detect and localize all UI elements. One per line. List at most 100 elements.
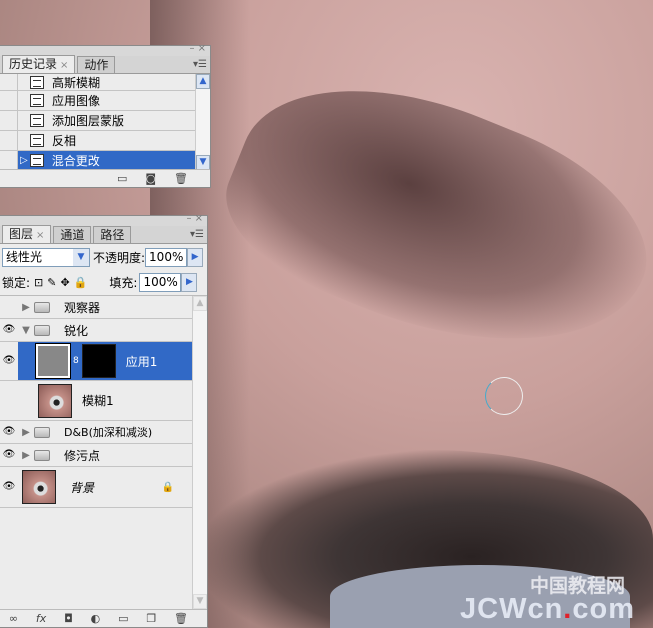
collapse-icon[interactable]: ▼ — [18, 325, 34, 336]
history-item-selected[interactable]: ▷ 混合更改 — [0, 151, 196, 170]
layers-tabs: 图层 × 通道 路径 ▾☰ — [0, 225, 207, 244]
link-icon[interactable]: 8 — [73, 356, 79, 366]
layer-thumbnail — [22, 470, 56, 504]
expand-icon[interactable]: ▶ — [18, 302, 34, 313]
folder-icon — [34, 426, 50, 438]
mask-icon[interactable]: ◘ — [64, 612, 73, 626]
blend-mode-select[interactable]: 线性光 ▼ — [2, 247, 90, 267]
lock-transparency-icon[interactable]: ⊡ — [34, 276, 43, 289]
snapshot-checkbox[interactable] — [0, 91, 18, 110]
history-state-icon — [30, 75, 44, 89]
eye-icon[interactable]: 👁 — [0, 481, 18, 493]
lock-brush-icon[interactable]: ✎ — [47, 276, 56, 289]
scroll-up-button[interactable]: ▲ — [193, 296, 207, 311]
history-state-icon — [30, 134, 44, 147]
eye-icon[interactable]: 👁 — [0, 324, 18, 336]
close-icon[interactable]: × — [36, 230, 44, 241]
history-tabs: 历史记录 × 动作 ▾☰ — [0, 55, 210, 74]
tab-label: 图层 — [9, 227, 34, 241]
minimize-close-icon[interactable]: – × — [186, 213, 203, 225]
tab-label: 历史记录 — [9, 57, 58, 71]
folder-icon — [34, 449, 50, 461]
history-item[interactable]: 反相 — [0, 131, 196, 151]
snapshot-checkbox[interactable] — [0, 151, 18, 169]
layer-name: 修污点 — [64, 448, 101, 463]
snapshot-checkbox[interactable] — [0, 111, 18, 130]
history-label: 添加图层蒙版 — [52, 114, 125, 128]
tab-actions[interactable]: 动作 — [77, 56, 116, 73]
watermark-en-b: com — [572, 593, 635, 625]
history-brush-marker-icon: ▷ — [20, 154, 28, 166]
layer-name: D&B(加深和减淡) — [64, 426, 153, 439]
expand-icon[interactable]: ▶ — [18, 427, 34, 438]
tab-paths[interactable]: 路径 — [93, 226, 132, 243]
new-layer-icon[interactable]: ❐ — [146, 612, 156, 626]
folder-icon[interactable]: ▭ — [118, 612, 128, 626]
history-label: 混合更改 — [51, 153, 100, 168]
history-item[interactable]: 高斯模糊 — [0, 74, 196, 91]
layer-name: 观察器 — [64, 300, 101, 315]
chevron-down-icon: ▼ — [73, 248, 89, 266]
adjustment-icon[interactable]: ◐ — [91, 612, 101, 626]
scroll-up-button[interactable]: ▲ — [196, 74, 210, 89]
layers-panel: – × 图层 × 通道 路径 ▾☰ 线性光 ▼ 不透明度: 100% ▶ 锁定: ⊡… — [0, 213, 208, 628]
history-item[interactable]: 应用图像 — [0, 91, 196, 111]
panel-menu-icon[interactable]: ▾☰ — [193, 59, 207, 71]
watermark-dot: . — [563, 593, 573, 625]
fill-slider-button[interactable]: ▶ — [181, 273, 198, 292]
folder-icon — [34, 301, 50, 313]
scroll-down-button[interactable]: ▼ — [193, 594, 207, 609]
layer-group-dodge-burn[interactable]: 👁 ▶ D&B(加深和减淡) — [0, 421, 192, 444]
history-state-icon — [30, 114, 44, 127]
tab-history[interactable]: 历史记录 × — [2, 55, 76, 73]
lock-move-icon[interactable]: ✥ — [60, 276, 69, 289]
layer-list: ▶ 观察器 👁 ▼ 锐化 👁 8 应用1 模糊1 👁 ▶ D&B(加深和减淡) 👁 ▶ 修污点 👁… — [0, 296, 192, 508]
layer-background[interactable]: 👁 背景 🔒 — [0, 467, 192, 508]
history-footer: ▭ ◙ 🗑 — [0, 169, 210, 187]
tab-channels[interactable]: 通道 — [53, 226, 92, 243]
opacity-input[interactable]: 100% — [145, 247, 188, 267]
history-scrollbar[interactable]: ▲ ▼ — [195, 74, 210, 170]
layer-blur1[interactable]: 模糊1 — [0, 381, 192, 421]
trash-icon[interactable]: 🗑 — [174, 612, 188, 626]
layer-name: 锐化 — [64, 323, 89, 338]
opacity-slider-button[interactable]: ▶ — [187, 247, 204, 267]
snapshot-checkbox[interactable] — [0, 74, 18, 90]
history-panel: – × 历史记录 × 动作 ▾☰ 高斯模糊 应用图像 添加图层蒙版 反相 ▷ 混合更… — [0, 43, 211, 188]
history-label: 应用图像 — [52, 94, 101, 108]
close-icon[interactable]: × — [60, 60, 68, 71]
layer-group-spot-fix[interactable]: 👁 ▶ 修污点 — [0, 444, 192, 467]
fill-input[interactable]: 100% — [139, 273, 182, 292]
expand-icon[interactable]: ▶ — [18, 450, 34, 461]
brush-cursor — [485, 377, 523, 415]
opacity-label: 不透明度: — [93, 250, 146, 265]
blend-row: 线性光 ▼ 不透明度: 100% ▶ — [0, 244, 207, 270]
history-item[interactable]: 添加图层蒙版 — [0, 111, 196, 131]
folder-icon — [34, 324, 50, 336]
panel-menu-icon[interactable]: ▾☰ — [190, 229, 204, 241]
layers-scrollbar[interactable]: ▲ ▼ — [192, 296, 207, 609]
new-document-icon[interactable]: ▭ — [117, 172, 127, 186]
tab-label: 路径 — [100, 228, 125, 242]
layer-group-sharpen[interactable]: 👁 ▼ 锐化 — [0, 319, 192, 342]
fill-label: 填充: — [109, 276, 138, 290]
minimize-close-icon[interactable]: – × — [189, 43, 206, 55]
lock-all-icon[interactable]: 🔒 — [74, 276, 88, 289]
layer-thumbnail — [38, 383, 72, 418]
layer-thumbnail — [35, 343, 71, 379]
eye-icon[interactable]: 👁 — [0, 355, 18, 367]
trash-icon[interactable]: 🗑 — [174, 172, 188, 186]
layer-group-viewer[interactable]: ▶ 观察器 — [0, 296, 192, 319]
layer-mask-thumbnail[interactable] — [81, 344, 116, 378]
link-icon[interactable]: ∞ — [9, 612, 18, 626]
snapshot-checkbox[interactable] — [0, 131, 18, 150]
tab-layers[interactable]: 图层 × — [2, 225, 52, 243]
snapshot-icon[interactable]: ◙ — [145, 172, 156, 186]
layer-apply1-selected[interactable]: 👁 8 应用1 — [0, 342, 192, 381]
fx-icon[interactable]: fx — [36, 612, 46, 626]
scroll-down-button[interactable]: ▼ — [196, 155, 210, 170]
history-state-icon — [29, 153, 44, 167]
eye-icon[interactable]: 👁 — [0, 449, 18, 461]
eyebrow — [204, 39, 653, 401]
eye-icon[interactable]: 👁 — [0, 426, 18, 438]
